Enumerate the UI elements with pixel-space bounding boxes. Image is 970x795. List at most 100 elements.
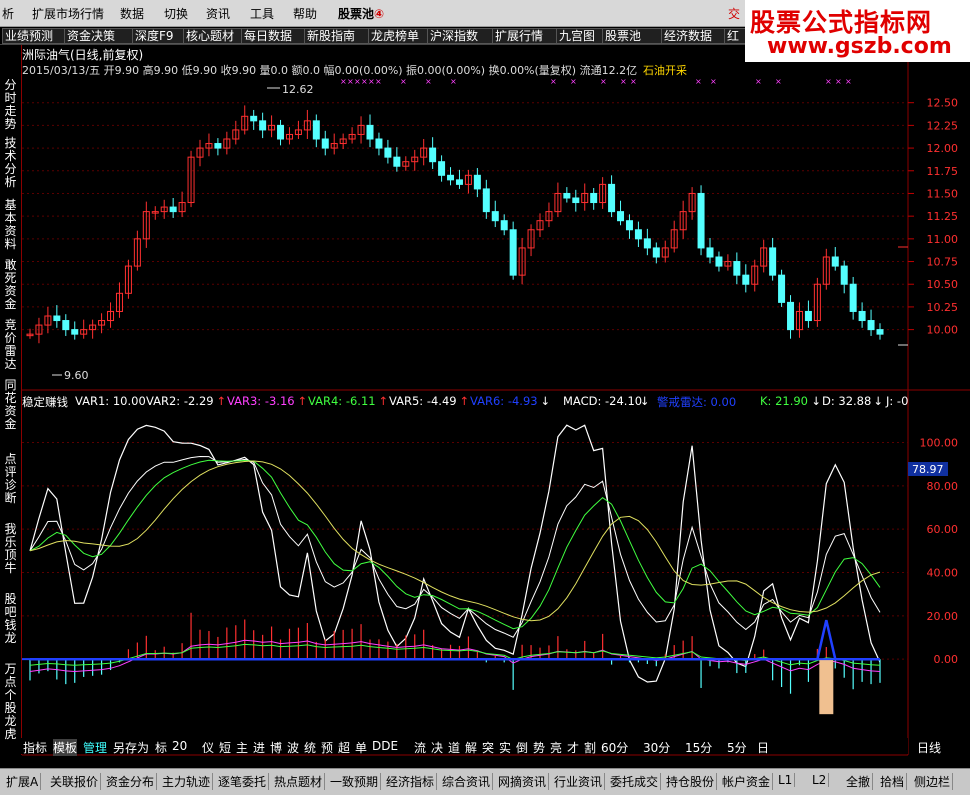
period-button[interactable]: 标 (155, 739, 167, 756)
period-button[interactable]: 道 (448, 739, 460, 756)
signal-marker: × (375, 77, 382, 86)
indicator-arrow-icon: ↑ (378, 394, 389, 408)
period-button[interactable]: 解 (465, 739, 477, 756)
candle-body (831, 256, 839, 267)
period-button[interactable]: 20 (172, 739, 187, 753)
period-button[interactable]: 日 (757, 739, 769, 756)
bottom-tab[interactable]: 热点题材 (272, 773, 326, 790)
bottom-tab[interactable]: 经济指标 (384, 773, 438, 790)
nav-item-fundamentals[interactable]: 基本资料 (3, 199, 18, 251)
period-button[interactable]: 超 (338, 739, 350, 756)
bottom-tab[interactable]: 网摘资讯 (496, 773, 550, 790)
nav-item-radar[interactable]: 竞价雷达 (3, 319, 18, 371)
period-button[interactable]: 流 (414, 739, 426, 756)
period-button[interactable]: 主 (236, 739, 248, 756)
bottom-tab[interactable]: 关联报价 (48, 773, 102, 790)
period-button[interactable]: 决 (431, 739, 443, 756)
period-button[interactable]: 管理 (83, 739, 107, 756)
bottom-tab[interactable]: L1 (776, 773, 796, 787)
period-button[interactable]: 60分 (601, 739, 628, 756)
candle-body (500, 220, 508, 231)
period-button[interactable]: 仪 (202, 739, 214, 756)
period-button[interactable]: 15分 (685, 739, 712, 756)
bottom-tab[interactable]: 行业资讯 (552, 773, 606, 790)
indicator-name[interactable]: 稳定赚钱 (22, 394, 68, 410)
nav-item-intraday[interactable]: 分时走势 (3, 79, 18, 131)
toolbar-button[interactable]: 新股指南 (304, 28, 370, 44)
price-tick-label: 12.25 (927, 119, 959, 132)
nav-item-dragon[interactable]: 万点个股龙虎 (3, 663, 18, 741)
nav-item-ths-funds[interactable]: 同花资金 (3, 379, 18, 431)
period-button[interactable]: DDE (372, 739, 398, 753)
menu-item[interactable]: 扩展市场行情 (32, 5, 104, 22)
menu-item[interactable]: 资讯 (206, 5, 230, 22)
toolbar-button[interactable]: 深度F9 (132, 28, 186, 44)
toolbar-button[interactable]: 股票池 (602, 28, 663, 44)
period-button[interactable]: 30分 (643, 739, 670, 756)
period-button[interactable]: 博 (270, 739, 282, 756)
bottom-tab[interactable]: 主力轨迹 (160, 773, 214, 790)
indicator-arrow-icon: ↓ (873, 394, 883, 408)
period-button[interactable]: 模板 (53, 739, 78, 756)
period-button[interactable]: 波 (287, 739, 299, 756)
period-button[interactable]: 单 (355, 739, 367, 756)
bottom-tab[interactable]: 拾档 (878, 773, 908, 790)
nav-item-niu[interactable]: 我乐顶牛 (3, 523, 18, 575)
toolbar-button[interactable]: 核心题材 (183, 28, 244, 44)
candle-body (53, 315, 61, 322)
period-label[interactable]: 日线 (917, 739, 941, 756)
toolbar-button[interactable]: 龙虎榜单 (368, 28, 429, 44)
period-button[interactable]: 另存为 (113, 739, 149, 756)
menu-item[interactable]: 析 (2, 5, 14, 22)
nav-item-comment[interactable]: 点评诊断 (3, 453, 18, 505)
toolbar-button[interactable]: 业绩预测 (2, 28, 66, 44)
bottom-tab[interactable]: 持仓股份 (664, 773, 718, 790)
period-button[interactable]: 预 (321, 739, 333, 756)
bottom-tab[interactable]: 资金分布 (104, 773, 158, 790)
period-button[interactable]: 指标 (23, 739, 47, 756)
toolbar-button[interactable]: 资金决策 (64, 28, 134, 44)
period-button[interactable]: 统 (304, 739, 316, 756)
period-button[interactable]: 才 (567, 739, 579, 756)
price-tick-label: 11.50 (927, 187, 959, 200)
bottom-tab[interactable]: 全撤 (844, 773, 874, 790)
nav-item-forum[interactable]: 股吧钱龙 (3, 593, 18, 645)
period-button[interactable]: 突 (482, 739, 494, 756)
period-button[interactable]: 势 (533, 739, 545, 756)
menu-item[interactable]: 数据 (120, 5, 144, 22)
period-button[interactable]: 实 (499, 739, 511, 756)
menu-item[interactable]: 帮助 (293, 5, 317, 22)
indicator-arrow-icon: ↓ (639, 394, 650, 408)
bottom-tab[interactable]: 侧边栏 (912, 773, 954, 790)
menu-item[interactable]: 交 (728, 5, 740, 22)
nav-item-funds[interactable]: 敢死资金 (3, 259, 18, 311)
menu-item[interactable]: 工具 (250, 5, 274, 22)
period-button[interactable]: 短 (219, 739, 231, 756)
period-button[interactable]: 倒 (516, 739, 528, 756)
nav-item-technical[interactable]: 技术分析 (3, 137, 18, 189)
candle-body (259, 120, 267, 131)
menu-item-stock-pool[interactable]: 股票池④ (338, 5, 384, 22)
toolbar-button[interactable]: 每日数据 (241, 28, 307, 44)
indicator-tick-label: 20.00 (927, 610, 959, 623)
toolbar-button[interactable]: 九宫图 (556, 28, 604, 44)
candle-body (366, 124, 374, 140)
bottom-tab[interactable]: 扩展A (4, 773, 42, 790)
menu-item[interactable]: 切换 (164, 5, 188, 22)
bottom-tab[interactable]: 综合资讯 (440, 773, 494, 790)
bottom-tab[interactable]: 委托成交 (608, 773, 662, 790)
bottom-tab[interactable]: 逐笔委托 (216, 773, 270, 790)
toolbar-button[interactable]: 经济数据 (661, 28, 727, 44)
indicator-arrow-icon: ↑ (459, 394, 470, 408)
toolbar-button[interactable]: 扩展行情 (492, 28, 558, 44)
period-button[interactable]: 5分 (727, 739, 747, 756)
period-button[interactable]: 亮 (550, 739, 562, 756)
bottom-tab[interactable]: 一致预期 (328, 773, 382, 790)
bottom-tab[interactable]: L2 (810, 773, 830, 787)
price-tick-label: 11.00 (927, 233, 959, 246)
period-button[interactable]: 割 (584, 739, 596, 756)
bottom-tab[interactable]: 帐户资金 (720, 773, 774, 790)
toolbar-button[interactable]: 沪深指数 (427, 28, 495, 44)
period-button[interactable]: 进 (253, 739, 265, 756)
signal-marker: × (600, 77, 607, 86)
